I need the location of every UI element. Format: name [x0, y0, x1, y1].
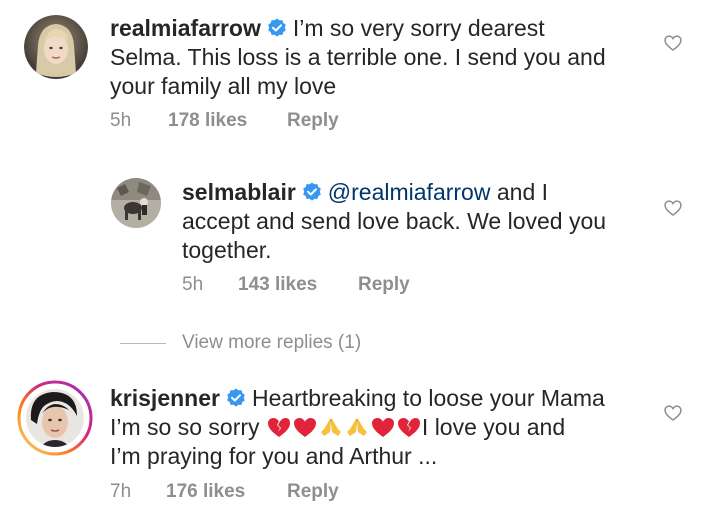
reply-button[interactable]: Reply [287, 480, 339, 504]
username[interactable]: selmablair [182, 179, 296, 205]
avatar-image [17, 380, 93, 456]
avatar-krisjenner[interactable] [17, 380, 93, 456]
comment-line: Selma. This loss is a terrible one. I se… [110, 44, 606, 70]
verified-badge-icon [302, 182, 321, 201]
avatar-realmiafarrow[interactable] [24, 15, 88, 79]
heart-outline-icon[interactable] [663, 198, 683, 218]
comment-line: Heartbreaking to loose your Mama [251, 385, 605, 411]
red-heart-emoji [293, 418, 316, 437]
reply-button[interactable]: Reply [287, 109, 339, 133]
timestamp[interactable]: 5h [182, 273, 203, 297]
verified-badge-icon [227, 388, 245, 407]
comment-text: selmablair @realmiafarrow and I accept an… [182, 178, 652, 265]
comment-line: accept and send love back. We loved you [182, 208, 607, 234]
broken-heart-emoji [267, 418, 290, 437]
likes-count[interactable]: 143 likes [238, 273, 317, 297]
comment-line: I’m so so sorry [110, 414, 266, 440]
comment-line: and I [490, 179, 549, 205]
red-heart-emoji [371, 418, 394, 437]
timestamp[interactable]: 5h [110, 109, 131, 133]
comment-line: I’m praying for you and Arthur ... [110, 443, 438, 469]
view-more-label: View more replies (1) [182, 332, 362, 353]
reply-button[interactable]: Reply [358, 273, 410, 297]
comment-line: I love you and [421, 414, 566, 440]
username[interactable]: krisjenner [110, 385, 220, 411]
avatar-image [111, 178, 161, 228]
comment-meta: 7h 176 likes Reply [110, 480, 510, 504]
avatar-image [24, 15, 88, 79]
folded-hands-emoji [320, 419, 341, 436]
broken-heart-emoji [397, 418, 420, 437]
view-more-replies-button[interactable]: View more replies (1) [120, 330, 520, 356]
verified-badge-icon [268, 18, 286, 37]
heart-outline-icon[interactable] [663, 403, 683, 423]
avatar-selmablair[interactable] [111, 178, 161, 228]
heart-outline-icon[interactable] [663, 33, 683, 53]
timestamp[interactable]: 7h [110, 480, 131, 504]
username[interactable]: realmiafarrow [110, 15, 261, 41]
likes-count[interactable]: 176 likes [166, 480, 245, 504]
mention-link[interactable]: @realmiafarrow [328, 179, 491, 205]
comment-line: I’m so very sorry dearest [292, 15, 545, 41]
folded-hands-emoji [346, 419, 367, 436]
comment-line: together. [182, 237, 272, 263]
comment-line: your family all my love [110, 73, 337, 99]
comment-meta: 5h 143 likes Reply [182, 273, 582, 297]
comment-text: krisjenner Heartbreaking to loose your Ma… [110, 384, 670, 471]
likes-count[interactable]: 178 likes [168, 109, 247, 133]
comment-meta: 5h 178 likes Reply [110, 109, 510, 133]
comment-text: realmiafarrow I’m so very sorry dearest S… [110, 14, 670, 101]
divider-line [120, 343, 166, 344]
